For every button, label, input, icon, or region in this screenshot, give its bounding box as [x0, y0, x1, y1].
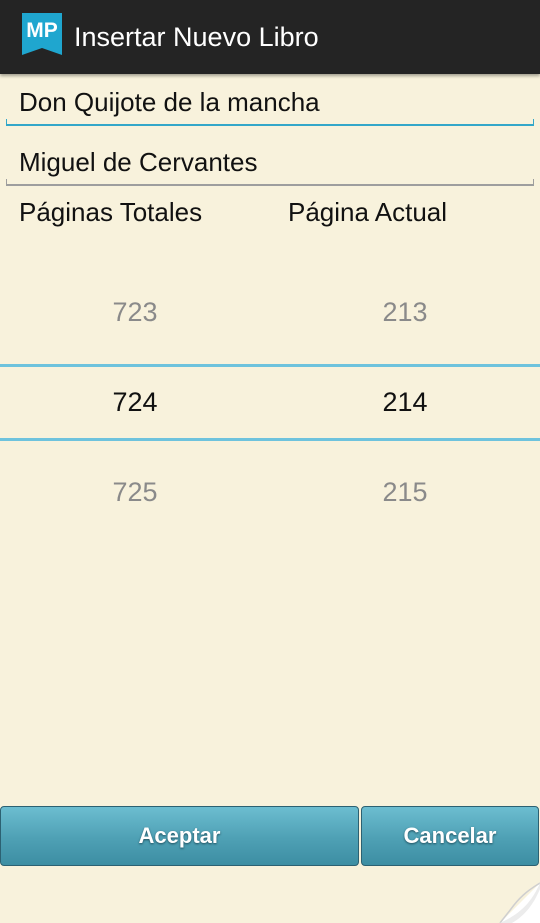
- current-page-label: Página Actual: [288, 197, 448, 227]
- total-pages-label: Páginas Totales: [19, 197, 203, 227]
- action-bar: MP Insertar Nuevo Libro: [0, 0, 540, 74]
- current-page-prev-value[interactable]: 213: [270, 297, 540, 328]
- current-page-picker[interactable]: 213 214 215: [270, 275, 540, 535]
- app-logo-text: MP: [26, 19, 58, 42]
- total-pages-picker[interactable]: 723 724 725: [0, 275, 270, 535]
- book-title-field[interactable]: [6, 80, 534, 126]
- app-title: Insertar Nuevo Libro: [74, 22, 319, 52]
- page-curl-icon: [492, 875, 540, 923]
- book-title-underline: [6, 119, 534, 126]
- author-input[interactable]: [6, 140, 534, 184]
- author-underline: [6, 179, 534, 186]
- current-page-selected-value[interactable]: 214: [270, 387, 540, 418]
- total-pages-next-value[interactable]: 725: [0, 477, 270, 508]
- book-title-input[interactable]: [6, 80, 534, 124]
- author-field[interactable]: [6, 140, 534, 186]
- current-page-next-value[interactable]: 215: [270, 477, 540, 508]
- total-pages-prev-value[interactable]: 723: [0, 297, 270, 328]
- app-logo-icon[interactable]: MP: [22, 13, 62, 55]
- cancel-button[interactable]: Cancelar: [361, 806, 539, 866]
- total-pages-selected-value[interactable]: 724: [0, 387, 270, 418]
- accept-button[interactable]: Aceptar: [0, 806, 359, 866]
